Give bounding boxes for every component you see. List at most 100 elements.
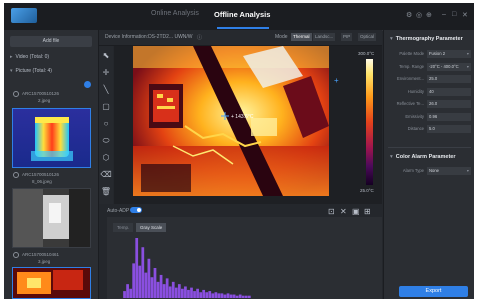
file-name-1[interactable]: ARC15700510126: [13, 91, 59, 97]
param-input[interactable]: 26.0: [427, 100, 471, 108]
thumbnail-2[interactable]: [12, 188, 91, 248]
file-3-name: ARC1570: [22, 252, 42, 258]
chevron-down-icon: ▾: [466, 51, 469, 56]
max-temp-marker-icon: +: [334, 76, 339, 85]
chevron-down-icon: ▾: [390, 154, 393, 160]
polygon-icon[interactable]: ⬡: [100, 152, 112, 164]
video-group[interactable]: ▸ Video (Total: 0): [10, 54, 49, 60]
histogram-bar: [171, 281, 175, 298]
delete-icon[interactable]: 🗑: [100, 186, 112, 198]
tab-offline-analysis[interactable]: Offline Analysis: [214, 10, 270, 19]
picture-group-label: Picture (Total: 4): [15, 68, 52, 74]
radio-icon[interactable]: [13, 91, 19, 97]
histogram-bar: [211, 293, 215, 298]
histogram-bar: [150, 277, 154, 298]
mode-landscape-button[interactable]: Landsc...: [313, 33, 336, 41]
mode-optical-button[interactable]: Optical: [358, 33, 377, 41]
ellipse-icon[interactable]: ⬭: [100, 135, 112, 147]
picture-group[interactable]: ▾ Picture (Total: 4): [10, 68, 52, 74]
param-value: 0.96: [429, 113, 438, 119]
histogram-bar: [229, 294, 233, 298]
snapshot-icon[interactable]: ⊡: [328, 207, 335, 216]
file-name-3[interactable]: ARC15700510461: [13, 252, 59, 258]
histogram-bar: [217, 293, 221, 298]
mode-label: Mode: [275, 34, 288, 40]
section-divider: [388, 147, 471, 148]
tab-temperature[interactable]: Temp.: [113, 223, 134, 232]
param-input[interactable]: 25.0: [427, 75, 471, 83]
add-file-button[interactable]: Add file: [10, 36, 92, 47]
color-alarm-section-title[interactable]: ▾ Color Alarm Parameter: [390, 154, 455, 160]
cursor-icon[interactable]: ⬉: [100, 50, 112, 62]
alarm-type-select[interactable]: None ▾: [427, 167, 471, 175]
histogram-bar: [244, 295, 248, 298]
param-select[interactable]: Fusion 2 ▾: [427, 50, 471, 58]
mode-thermal-button[interactable]: Thermal: [291, 33, 312, 41]
param-input[interactable]: 5.0: [427, 125, 471, 133]
file-name-2[interactable]: ARC15700510126: [13, 172, 59, 178]
export-button[interactable]: Export: [399, 286, 468, 297]
thumbnail-1[interactable]: [12, 108, 91, 168]
histogram-bar: [226, 293, 230, 298]
close-icon[interactable]: ✕: [462, 11, 468, 19]
param-label: Palette Mode: [399, 51, 424, 56]
alarm-type-value: None: [429, 168, 440, 173]
histogram-bar: [190, 287, 193, 298]
mode-pip-button[interactable]: PIP: [341, 33, 353, 41]
tab-online-analysis[interactable]: Online Analysis: [151, 10, 199, 17]
minimize-icon[interactable]: –: [442, 11, 446, 18]
info-icon[interactable]: ⓘ: [197, 34, 202, 41]
clear-icon[interactable]: ⌫: [100, 169, 112, 181]
active-tab-indicator: [217, 27, 269, 29]
line-icon[interactable]: ╲: [100, 84, 112, 96]
rectangle-icon[interactable]: ▢: [100, 101, 112, 113]
histogram-bar: [196, 288, 199, 298]
thermography-section-title[interactable]: ▾ Thermography Parameter: [390, 36, 463, 42]
param-select[interactable]: -20°C - 400.0°C ▾: [427, 62, 471, 71]
selection-badge: [84, 81, 91, 88]
marker-label: + 143.6°C: [231, 114, 254, 120]
histogram-bar: [153, 268, 157, 298]
circle-icon[interactable]: ○: [100, 118, 112, 130]
tab-gray-scale[interactable]: Gray Scale: [136, 223, 167, 232]
histogram-bar: [159, 274, 163, 298]
radio-icon[interactable]: [13, 172, 19, 178]
chevron-down-icon: ▾: [390, 36, 393, 42]
param-value: 5.0: [429, 126, 435, 131]
histogram-bar: [123, 291, 126, 298]
crosshair-icon[interactable]: ✛: [100, 67, 112, 79]
param-value: 26.0: [429, 101, 438, 106]
temperature-colorbar: [366, 59, 373, 185]
file-sub-3: 3.jpeg: [38, 259, 51, 264]
open-icon[interactable]: ⊞: [364, 207, 371, 216]
save-icon[interactable]: ▣: [352, 207, 360, 216]
histogram-bar: [177, 284, 181, 298]
maximize-icon[interactable]: □: [452, 11, 456, 18]
target-icon[interactable]: ◎: [416, 11, 422, 19]
histogram-bar: [144, 272, 148, 298]
file-1-suffix: 0510126: [41, 91, 60, 97]
histogram-bar: [220, 293, 224, 298]
histogram-bar: [208, 291, 212, 298]
thermal-image[interactable]: + 143.6°C: [133, 46, 329, 196]
histogram-bar: [199, 292, 202, 298]
file-panel: Add file ▸ Video (Total: 0) ▾ Picture (Tot…: [4, 30, 99, 299]
param-input[interactable]: 40: [427, 87, 471, 96]
thermo-title-text: Thermography Parameter: [395, 36, 463, 42]
histogram-bar: [165, 278, 169, 298]
add-icon[interactable]: ⊕: [426, 11, 432, 19]
histogram-bar: [181, 288, 184, 298]
thumbnail-3[interactable]: [12, 267, 91, 299]
chevron-down-icon: ▾: [466, 168, 469, 173]
radio-icon[interactable]: [13, 252, 19, 258]
settings-icon[interactable]: ⚙: [406, 11, 412, 19]
param-label: Emissivity: [405, 113, 424, 119]
clear-all-icon[interactable]: ✕: [340, 207, 347, 216]
histogram-bar: [187, 289, 190, 298]
param-value: 25.0: [429, 76, 438, 81]
histogram-bar: [126, 284, 129, 298]
param-input[interactable]: 0.96: [427, 112, 471, 121]
histogram-bar: [223, 294, 227, 298]
auto-adp-toggle[interactable]: [130, 207, 142, 213]
file-sub-2: 8_06.jpeg: [32, 179, 52, 184]
